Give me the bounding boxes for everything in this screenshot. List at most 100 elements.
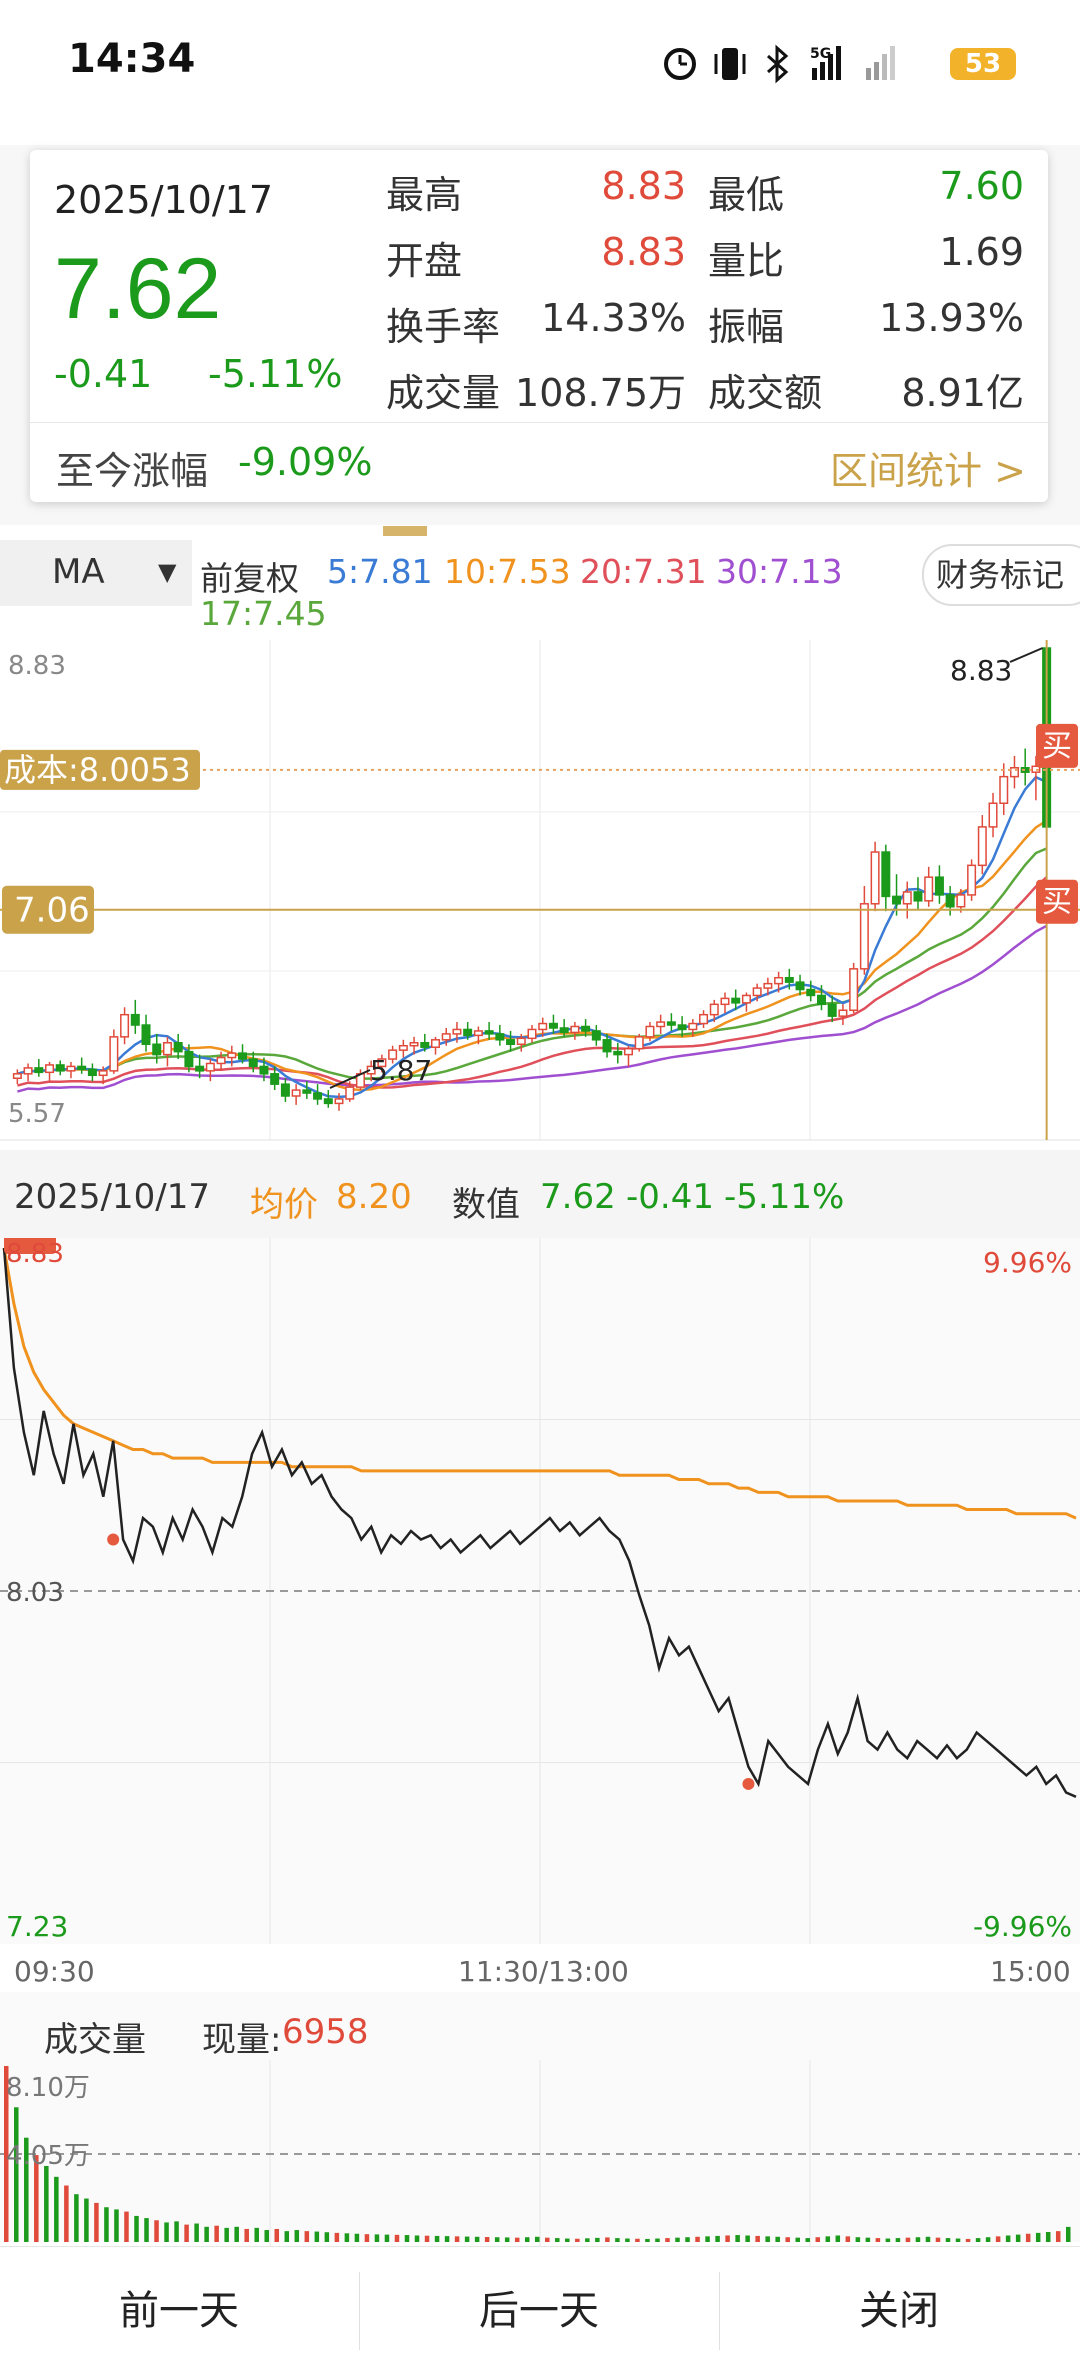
- volume-bar: [234, 2226, 239, 2242]
- candle-body: [902, 891, 912, 905]
- volume-bar: [164, 2222, 169, 2242]
- volume-bar: [274, 2228, 280, 2242]
- volume-bar: [765, 2236, 770, 2242]
- candle-body: [34, 1067, 44, 1074]
- volume-bar: [484, 2237, 490, 2242]
- trade-dot: [107, 1533, 120, 1546]
- volume-bar: [114, 2209, 119, 2242]
- candle-body: [195, 1065, 205, 1072]
- candle: [323, 1090, 333, 1108]
- price-guide-label: 7.06: [14, 891, 90, 931]
- candle-body: [613, 1050, 623, 1056]
- candle: [34, 1059, 44, 1077]
- candle-body: [516, 1037, 526, 1045]
- volume-bar: [935, 2237, 941, 2242]
- candle: [120, 1007, 130, 1045]
- candle: [1020, 748, 1030, 786]
- 5g-signal-icon: 5G: [810, 46, 841, 80]
- ma30-value: 30:7.13: [716, 552, 843, 591]
- prev-day-button[interactable]: 前一天: [0, 2246, 358, 2376]
- candle: [280, 1078, 290, 1102]
- volume-bar: [875, 2238, 881, 2242]
- candle-body: [570, 1025, 580, 1034]
- status-bar: 14:34 5G 53: [0, 0, 1080, 130]
- value-change: -0.41: [626, 1177, 714, 1217]
- candle-body: [452, 1028, 462, 1035]
- candle-body: [999, 775, 1009, 804]
- candle-body: [409, 1042, 419, 1047]
- range-stats-link[interactable]: 区间统计 >: [830, 440, 1026, 495]
- candle: [934, 865, 944, 904]
- candle-body: [591, 1030, 601, 1041]
- candle-body: [666, 1021, 676, 1026]
- volume-bar: [454, 2236, 460, 2242]
- adjust-mode-label[interactable]: 前复权: [200, 552, 299, 600]
- volume-bar: [895, 2238, 901, 2242]
- candle-body: [323, 1098, 333, 1105]
- day-detail-popup[interactable]: 2025/10/17 7.62 -0.41 -5.11% 最高 8.83 最低 …: [30, 150, 1048, 502]
- volume-title: 成交量: [44, 2020, 146, 2060]
- volume-bar: [795, 2237, 800, 2242]
- volume-bar: [224, 2227, 229, 2242]
- kline-chart[interactable]: 成本:8.00537.068.835.578.835.87买买: [0, 640, 1080, 1145]
- buy-marker-label: 买: [1042, 885, 1072, 920]
- ma5-value: 5:7.81: [327, 552, 433, 591]
- candle-body: [130, 1013, 140, 1026]
- volume-bar: [244, 2228, 249, 2242]
- ma20-value: 20:7.31: [580, 552, 707, 591]
- ytd-change-label: 至今涨幅: [56, 449, 209, 493]
- volume-bar: [404, 2235, 410, 2242]
- volume-bar: [104, 2207, 109, 2242]
- volume-bar: [905, 2237, 911, 2242]
- volume-bar: [555, 2238, 560, 2242]
- volume-bar: [1045, 2232, 1051, 2242]
- volume-bar: [44, 2165, 49, 2242]
- candle-body: [66, 1065, 76, 1072]
- candle: [23, 1063, 33, 1082]
- candle-body: [838, 1009, 848, 1017]
- volume-bar: [414, 2235, 420, 2242]
- tab-indicator: [383, 526, 427, 536]
- candle-body: [977, 826, 987, 867]
- candle-body: [731, 997, 741, 1004]
- candle-body: [924, 876, 934, 902]
- volume-bar: [494, 2237, 500, 2242]
- volume-bar: [14, 2107, 19, 2242]
- candle: [623, 1045, 633, 1067]
- volume-bar: [545, 2237, 550, 2242]
- volume-bar: [94, 2202, 99, 2242]
- value-label: 数值: [452, 1185, 520, 1225]
- candle-body: [699, 1013, 709, 1025]
- volume-bar: [294, 2230, 300, 2242]
- volume-bar: [725, 2235, 730, 2242]
- intraday-chart[interactable]: 8.83 8.03 7.23 9.96% -9.96%: [0, 1238, 1080, 1944]
- volume-bar: [464, 2236, 470, 2242]
- finance-mark-button[interactable]: 财务标记: [922, 544, 1080, 606]
- volume-bar: [705, 2236, 710, 2242]
- volume-chart[interactable]: 8.10万 4.05万: [0, 2060, 1080, 2246]
- candle-body: [184, 1050, 194, 1068]
- buy-marker-label: 买: [1042, 729, 1072, 764]
- candle-body: [527, 1028, 537, 1040]
- volume-bar: [1035, 2232, 1041, 2242]
- candle-body: [741, 994, 751, 1004]
- time-label-midday: 11:30/13:00: [458, 1955, 629, 1988]
- candle: [666, 1013, 676, 1031]
- y-label-top: 8.10万: [6, 2073, 90, 2103]
- volume-bar: [204, 2226, 209, 2242]
- candle-body: [12, 1073, 22, 1080]
- cost-line-label: 成本:8.0053: [4, 751, 191, 789]
- candle-body: [859, 903, 869, 970]
- candle-body: [559, 1027, 569, 1034]
- caret-down-icon: ▼: [158, 558, 177, 586]
- popup-change: -0.41: [54, 352, 153, 396]
- volume-bar: [504, 2237, 510, 2242]
- close-button[interactable]: 关闭: [720, 2246, 1078, 2376]
- popup-date: 2025/10/17: [54, 178, 274, 222]
- candle-body: [913, 891, 923, 902]
- next-day-button[interactable]: 后一天: [360, 2246, 718, 2376]
- candle: [699, 1010, 709, 1028]
- alarm-icon: [664, 48, 696, 80]
- ma10-value: 10:7.53: [444, 552, 571, 591]
- volume-bar: [785, 2237, 790, 2242]
